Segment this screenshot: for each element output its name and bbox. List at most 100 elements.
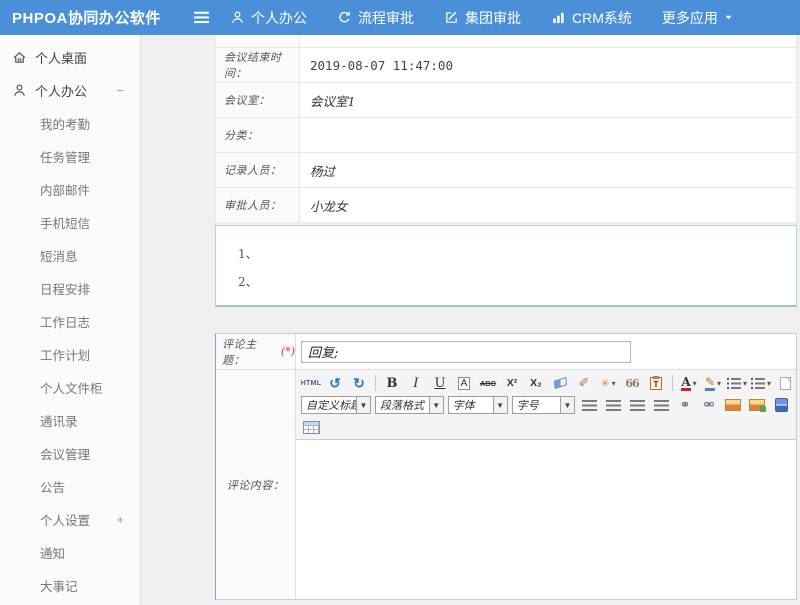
sidebar-item[interactable]: 个人文件柜 — [0, 371, 140, 404]
strikethrough-button[interactable]: ABC — [477, 373, 499, 393]
table-row-partial — [216, 35, 796, 48]
icon-glyph: B — [387, 376, 398, 391]
expand-toggle-icon[interactable]: − — [116, 83, 130, 98]
font-style-button[interactable]: A — [453, 373, 475, 393]
align-left-button[interactable] — [578, 395, 600, 415]
sidebar-item[interactable]: 短消息 — [0, 239, 140, 272]
comment-subject-input[interactable] — [301, 341, 631, 363]
sidebar-item-label: 任务管理 — [40, 147, 90, 166]
sidebar-item[interactable]: 内部邮件 — [0, 173, 140, 206]
sidebar-item[interactable]: 个人办公− — [0, 74, 140, 107]
upload-image-button[interactable] — [746, 395, 768, 415]
sidebar-item[interactable]: 大事记 — [0, 569, 140, 602]
sidebar-item[interactable]: 手机短信 — [0, 206, 140, 239]
field-value: 2019-08-07 11:47:00 — [310, 58, 453, 73]
sidebar-item[interactable]: 工作计划 — [0, 338, 140, 371]
image-button[interactable] — [722, 395, 744, 415]
insert-table-button[interactable] — [300, 417, 322, 437]
font-size-select[interactable]: 字号▼ — [512, 396, 575, 414]
top-nav-label: 更多应用 — [662, 8, 718, 28]
align-right-button — [630, 400, 645, 411]
comment-form-table: 评论主题： (*) 评论内容： HTML↺↻ BIUA ABC X²X₂ ✐✳▾66 T A… — [215, 333, 797, 600]
icon-glyph: ABC — [480, 379, 496, 388]
ordered-list-button[interactable]: ▾ — [726, 373, 748, 393]
media-button[interactable] — [770, 395, 792, 415]
sidebar-item[interactable]: 任务管理 — [0, 140, 140, 173]
caret-down-icon[interactable]: ▼ — [429, 397, 443, 413]
align-center-button[interactable] — [602, 395, 624, 415]
paragraph-format-select[interactable]: 段落格式▼ — [375, 396, 444, 414]
highlight-color-button[interactable]: ✎▾ — [702, 373, 724, 393]
redo-icon[interactable]: ↻ — [348, 373, 370, 393]
sidebar-item[interactable]: 工作日志 — [0, 305, 140, 338]
field-value: 杨过 — [310, 161, 335, 180]
blockquote-button[interactable]: 66 — [621, 373, 643, 393]
edit-icon — [444, 10, 459, 25]
subscript-button[interactable]: X₂ — [525, 373, 547, 393]
sidebar-item-label: 工作计划 — [40, 345, 90, 364]
quick-format-wand-icon[interactable]: ✳▾ — [597, 373, 619, 393]
table-row: 会议结束时间：2019-08-07 11:47:00 — [216, 48, 796, 83]
user-icon — [230, 10, 245, 25]
top-nav-item[interactable]: 流程审批 — [337, 8, 414, 28]
comment-subject-row: 评论主题： (*) — [216, 334, 796, 370]
top-nav-item[interactable]: CRM系统 — [551, 8, 632, 28]
icon-glyph: I — [413, 376, 418, 391]
top-navigation: 个人办公 流程审批 集团审批 CRM系统 更多应用 — [230, 8, 763, 28]
sidebar-item[interactable]: 日程安排 — [0, 272, 140, 305]
font-family-select[interactable]: 字体▼ — [448, 396, 508, 414]
expand-toggle-icon[interactable]: + — [116, 512, 130, 527]
sidebar-item[interactable]: 公告 — [0, 470, 140, 503]
comment-content-label: 评论内容： — [227, 477, 285, 493]
top-nav-label: 流程审批 — [358, 8, 414, 28]
underline-button[interactable]: U — [429, 373, 451, 393]
clear-format-brush-icon[interactable]: ✐ — [573, 373, 595, 393]
remove-link-icon[interactable]: ⚮ — [698, 395, 720, 415]
upload-image-button — [749, 399, 765, 411]
select-label: 字体 — [449, 397, 493, 413]
caret-down-icon: ▾ — [743, 379, 747, 388]
sidebar-item-label: 工作日志 — [40, 312, 90, 331]
editor-content-area[interactable] — [296, 440, 796, 599]
media-button — [775, 398, 788, 412]
sidebar-item[interactable]: 个人桌面 — [0, 41, 140, 74]
field-value: 小龙女 — [310, 196, 348, 215]
align-center-button — [606, 400, 621, 411]
icon-glyph: HTML — [301, 380, 322, 387]
rich-text-editor: HTML↺↻ BIUA ABC X²X₂ ✐✳▾66 T A▾✎▾ ▾▾ 自定义标题▼段落格式▼… — [296, 370, 796, 599]
bold-button[interactable]: B — [381, 373, 403, 393]
sidebar-item[interactable]: 通讯录 — [0, 404, 140, 437]
home-icon — [12, 50, 27, 65]
field-label: 审批人员： — [224, 197, 282, 213]
insert-link-icon[interactable]: ⚭ — [674, 395, 696, 415]
paste-as-text-icon: T — [650, 377, 662, 390]
sidebar-item[interactable]: 我的考勤 — [0, 107, 140, 140]
undo-icon[interactable]: ↺ — [324, 373, 346, 393]
top-nav-label: CRM系统 — [572, 8, 632, 28]
eraser-icon[interactable] — [549, 373, 571, 393]
top-nav-item[interactable]: 集团审批 — [444, 8, 521, 28]
top-nav-item[interactable]: 更多应用 — [662, 8, 733, 28]
sidebar-item[interactable]: 通知 — [0, 536, 140, 569]
sidebar-item[interactable]: 会议管理 — [0, 437, 140, 470]
sidebar-item-label: 个人文件柜 — [40, 378, 103, 397]
italic-button[interactable]: I — [405, 373, 427, 393]
top-nav-item[interactable]: 个人办公 — [230, 8, 307, 28]
superscript-button[interactable]: X² — [501, 373, 523, 393]
caret-down-icon[interactable]: ▼ — [493, 397, 507, 413]
new-document-icon[interactable] — [774, 373, 796, 393]
font-color-button[interactable]: A▾ — [678, 373, 700, 393]
caret-down-icon[interactable]: ▼ — [560, 397, 574, 413]
heading-select[interactable]: 自定义标题▼ — [301, 396, 371, 414]
align-justify-button[interactable] — [650, 395, 672, 415]
editor-toolbar: HTML↺↻ BIUA ABC X²X₂ ✐✳▾66 T A▾✎▾ ▾▾ 自定义标题▼段落格式▼… — [296, 370, 796, 440]
unordered-list-button[interactable]: ▾ — [750, 373, 772, 393]
sidebar-item[interactable]: 个人设置+ — [0, 503, 140, 536]
source-code-button[interactable]: HTML — [300, 373, 322, 393]
icon-glyph: ✎ — [705, 376, 715, 391]
new-document-icon — [780, 377, 791, 390]
hamburger-menu-icon[interactable] — [186, 11, 216, 24]
caret-down-icon[interactable]: ▼ — [356, 397, 370, 413]
align-right-button[interactable] — [626, 395, 648, 415]
paste-as-text-icon[interactable]: T — [645, 373, 667, 393]
